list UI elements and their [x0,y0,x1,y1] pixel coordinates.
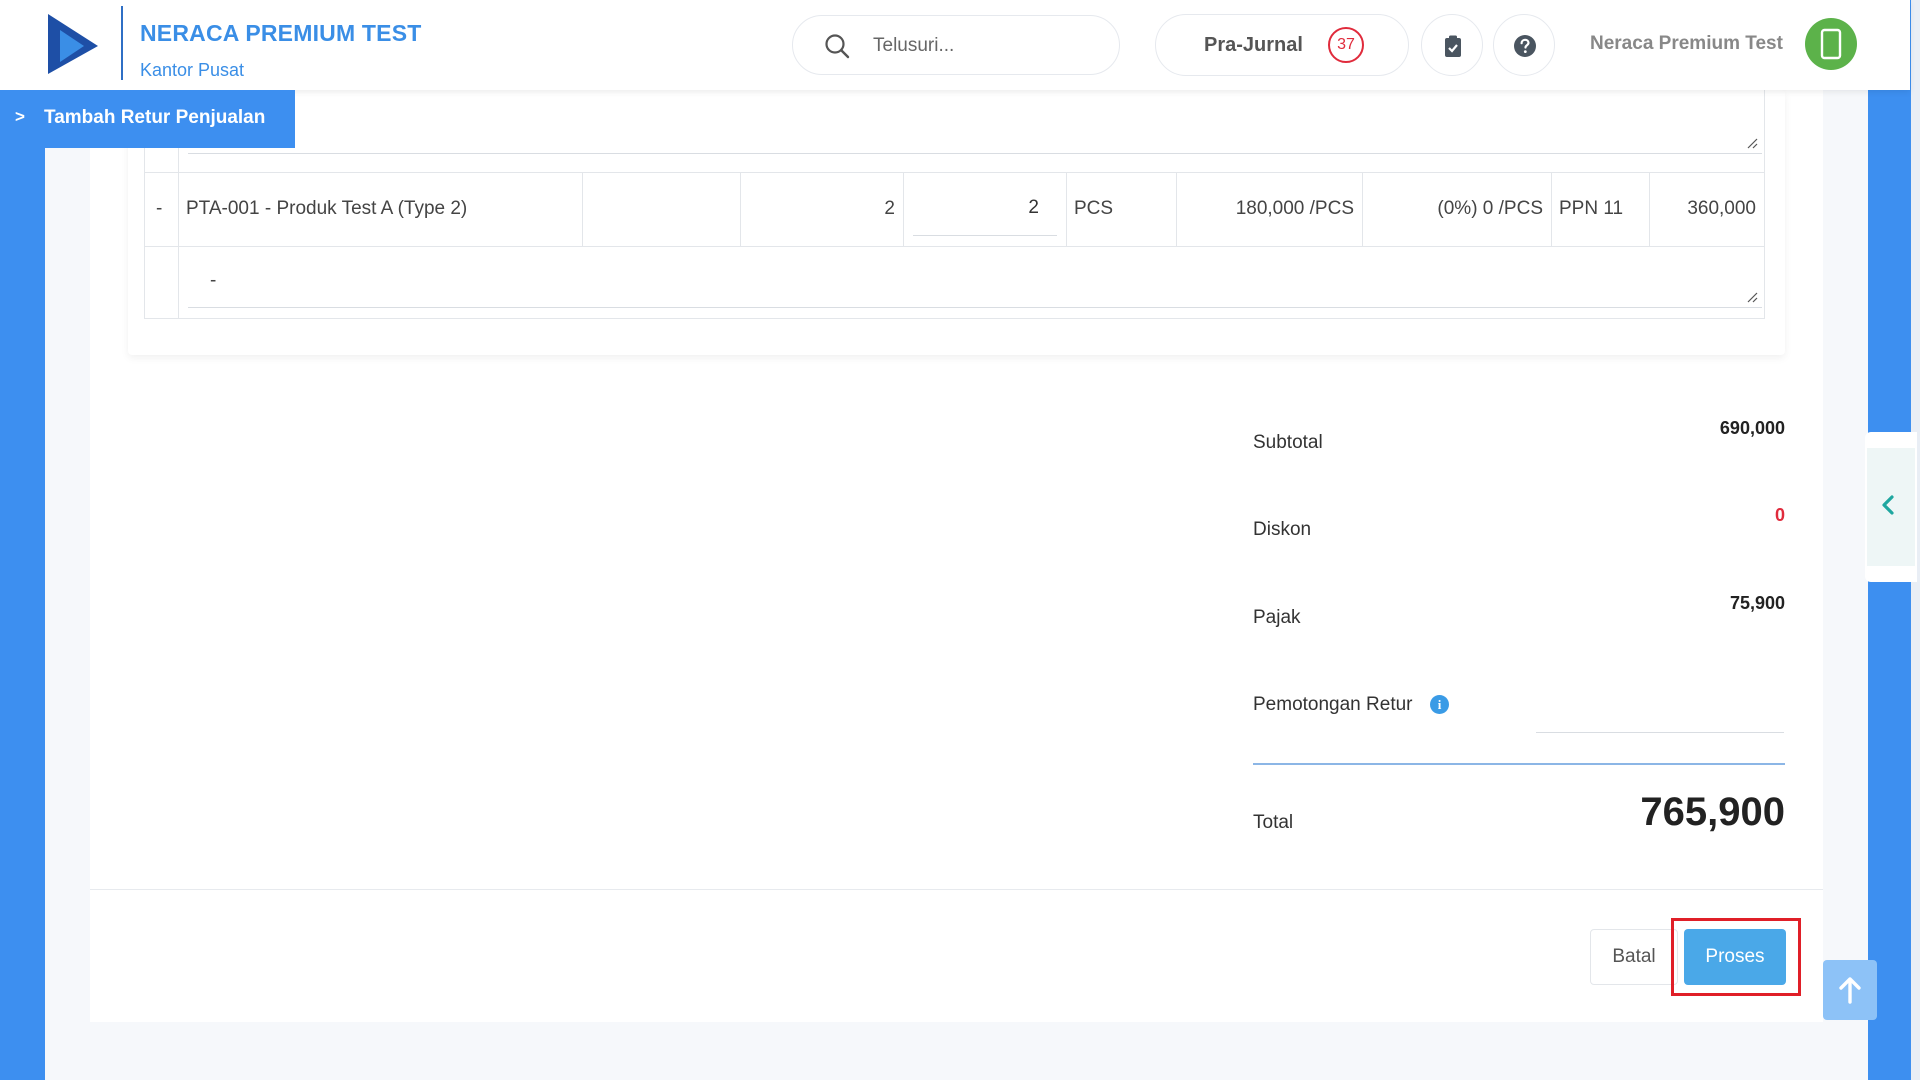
brand-logo-icon[interactable] [46,12,100,76]
search-input[interactable] [871,32,1091,60]
pra-jurnal-label: Pra-Jurnal [1204,34,1303,56]
row-divider [144,246,1765,247]
left-sidebar-strip [0,0,45,1080]
breadcrumb-tab[interactable]: > Tambah Retur Penjualan [0,90,295,148]
side-panel-toggle[interactable] [1865,432,1917,582]
branch-name: Kantor Pusat [140,60,245,80]
price-cell: 180,000 /PCS [1235,198,1354,219]
question-circle-icon [1514,35,1536,57]
search-box[interactable] [792,15,1120,75]
diskon-label: Diskon [1253,519,1312,540]
return-qty-input[interactable]: 2 [913,180,1057,236]
qty-cell: 2 [884,198,895,219]
table-border [1764,90,1765,318]
column-divider [903,172,904,246]
footer-divider [90,889,1823,890]
scroll-to-top-button[interactable] [1823,960,1877,1020]
mobile-device-icon [1820,28,1842,60]
items-table-card: - PTA-001 - Produk Test A (Type 2) 2 2 P… [128,90,1785,355]
row-divider [144,172,1765,173]
row-note-input[interactable]: - [188,252,1762,308]
unit-cell: PCS [1074,198,1114,219]
pra-jurnal-count-badge: 37 [1328,27,1364,63]
subtotal-label: Subtotal [1253,432,1323,453]
table-bottom-border [144,318,1765,319]
row-bullet: - [156,198,163,219]
form-card: - PTA-001 - Produk Test A (Type 2) 2 2 P… [90,90,1823,1022]
help-button[interactable] [1493,14,1555,76]
tax-cell: PPN 11 [1559,198,1624,219]
top-header: NERACA PREMIUM TEST Kantor Pusat Pra-Jur… [0,0,1910,90]
chevron-right-icon: > [15,107,25,126]
product-cell: PTA-001 - Produk Test A (Type 2) [186,198,468,219]
resize-grip-icon[interactable] [1746,291,1758,303]
pajak-value: 75,900 [1729,593,1785,613]
highlight-box [1671,918,1801,996]
resize-grip-icon[interactable] [1746,137,1758,149]
page-title: Tambah Retur Penjualan [44,107,266,128]
total-divider [1253,763,1785,765]
column-divider [582,172,583,246]
search-icon [825,34,850,59]
amount-cell: 360,000 [1687,198,1756,219]
diskon-value: 0 [1774,505,1785,525]
total-label: Total [1253,812,1294,833]
column-divider [1066,172,1067,246]
return-qty-value: 2 [1028,197,1039,218]
pemotongan-retur-label: Pemotongan Retur [1253,694,1413,715]
tasks-button[interactable] [1421,14,1483,76]
row-note-value: - [210,270,217,291]
total-value: 765,900 [1640,790,1785,834]
arrow-up-icon [1839,977,1861,1004]
user-avatar[interactable] [1805,18,1857,70]
pajak-label: Pajak [1253,607,1301,628]
brand-divider [121,6,123,80]
pemotongan-retur-input[interactable] [1536,695,1784,733]
cancel-button[interactable]: Batal [1590,929,1678,985]
info-icon[interactable]: i [1430,695,1449,714]
clipboard-check-icon [1445,35,1461,57]
company-name: NERACA PREMIUM TEST [140,20,422,46]
previous-row-note-input[interactable] [188,102,1762,154]
chevron-left-icon [1882,495,1894,515]
column-divider [1551,172,1552,246]
discount-cell: (0%) 0 /PCS [1437,198,1543,219]
pra-jurnal-button[interactable]: Pra-Jurnal 37 [1155,14,1409,76]
subtotal-value: 690,000 [1719,418,1785,438]
user-name[interactable]: Neraca Premium Test [1590,33,1783,55]
